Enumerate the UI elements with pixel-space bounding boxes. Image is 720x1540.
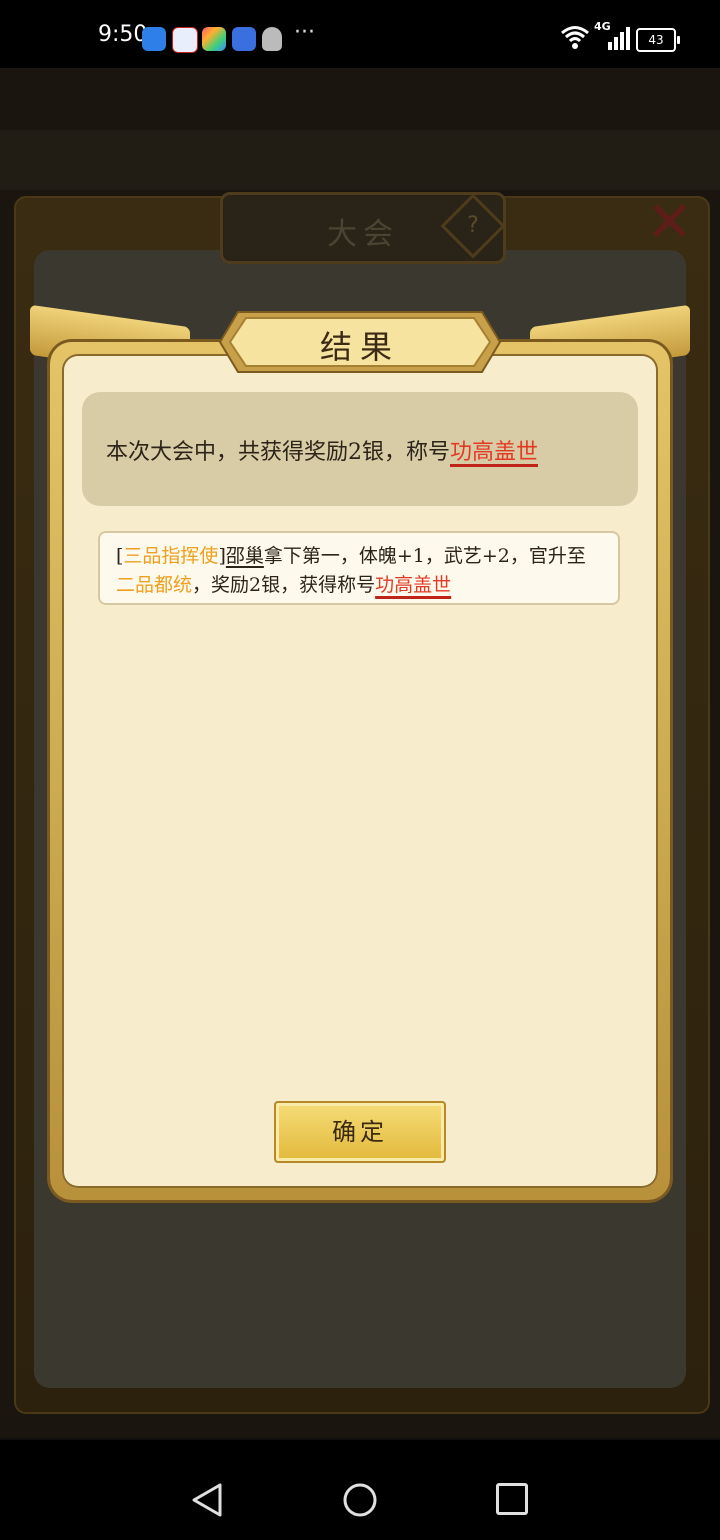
battery-icon: 43 — [636, 28, 680, 52]
status-time: 9:50 — [98, 22, 148, 47]
result-detail-entry: [三品指挥使]邵巢拿下第一，体魄+1，武艺+2，官升至二品都统，奖励2银，获得称… — [98, 531, 620, 605]
detail-rank-after: 二品都统 — [116, 574, 193, 596]
more-notifications-icon: ··· — [294, 20, 315, 45]
battery-level: 43 — [648, 33, 664, 47]
recent-apps-icon[interactable] — [496, 1483, 528, 1515]
background-top-bar — [0, 130, 720, 190]
signal-icon: 4G — [594, 20, 632, 50]
help-label: ? — [467, 213, 479, 238]
detail-bracket-close: ] — [218, 545, 226, 567]
browser-icon — [142, 27, 166, 51]
status-bar: 9:50 ··· 4G 43 — [0, 0, 720, 68]
network-type: 4G — [594, 20, 611, 33]
app-store-icon — [202, 27, 226, 51]
detail-honor-title: 功高盖世 — [375, 574, 452, 596]
confirm-button[interactable]: 确定 — [274, 1101, 446, 1163]
back-icon[interactable] — [190, 1482, 224, 1518]
close-icon: ✕ — [646, 190, 693, 255]
dialog-title-plate: 结果 — [218, 310, 502, 374]
dialog-title: 结果 — [319, 328, 400, 366]
home-icon[interactable] — [342, 1482, 378, 1518]
detail-text-2: ，奖励2银，获得称号 — [192, 574, 376, 596]
detail-rank-before: 三品指挥使 — [123, 545, 219, 567]
wifi-icon — [561, 26, 589, 49]
detail-person-name: 邵巢 — [225, 545, 264, 567]
qq-icon — [262, 27, 282, 51]
summary-prefix: 本次大会中，共获得奖励2银，称号 — [106, 440, 450, 465]
summary-text: 本次大会中，共获得奖励2银，称号功高盖世 — [106, 434, 538, 466]
summary-honor-title: 功高盖世 — [450, 440, 539, 465]
summary-box: 本次大会中，共获得奖励2银，称号功高盖世 — [82, 392, 638, 506]
detail-text-1: 拿下第一，体魄+1，武艺+2，官升至 — [263, 545, 586, 567]
education-icon — [232, 27, 256, 51]
baidu-icon — [172, 27, 198, 53]
